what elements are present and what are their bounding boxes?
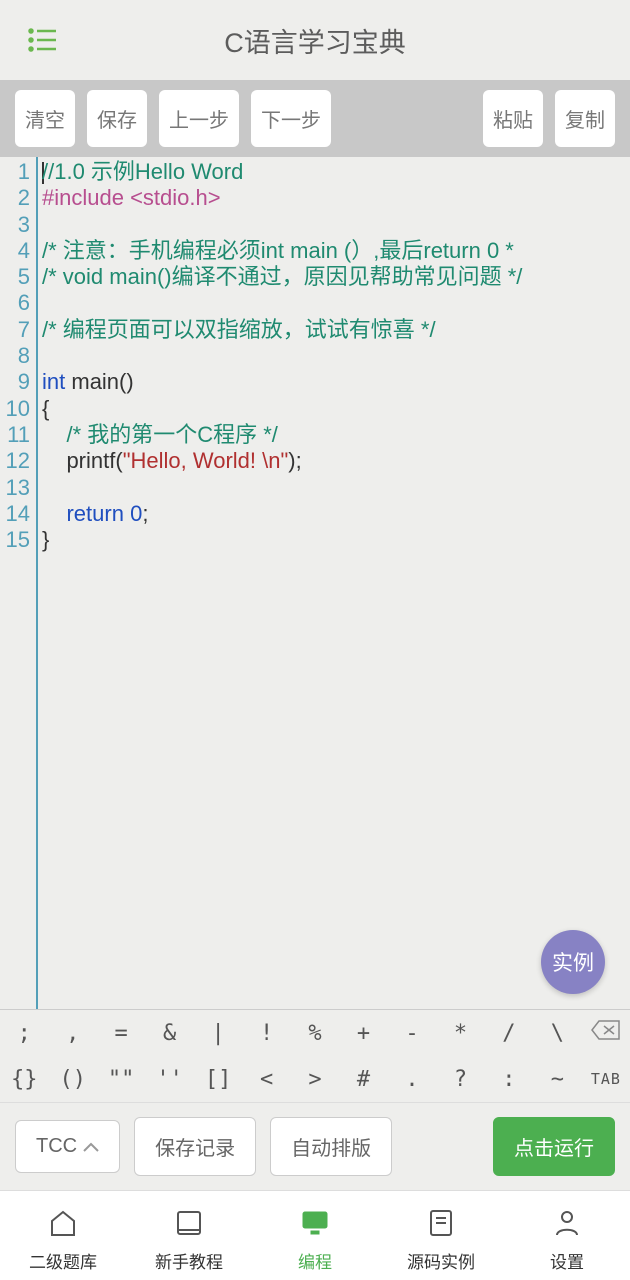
symbol-key[interactable]: = (97, 1021, 145, 1046)
line-number: 6 (0, 290, 30, 316)
nav-label: 设置 (550, 1248, 584, 1273)
line-number: 13 (0, 475, 30, 501)
line-number: 4 (0, 238, 30, 264)
nav-label: 二级题库 (29, 1248, 97, 1273)
symbol-key[interactable]: > (291, 1067, 339, 1092)
code-line[interactable]: return 0; (42, 501, 630, 527)
bottom-nav: 二级题库 新手教程 编程 源码实例 设置 (0, 1190, 630, 1280)
code-line[interactable]: /* 注意：手机编程必须int main (）,最后return 0 * (42, 238, 630, 264)
line-gutter: 123456789101112131415 (0, 157, 36, 1009)
code-icon (299, 1207, 331, 1244)
examples-fab[interactable]: 实例 (541, 930, 605, 994)
code-line[interactable]: /* 我的第一个C程序 */ (42, 422, 630, 448)
symbol-key[interactable]: \ (533, 1021, 581, 1046)
code-area[interactable]: //1.0 示例Hello Word#include <stdio.h> /* 注… (36, 157, 630, 1009)
symbol-key[interactable]: ? (436, 1067, 484, 1092)
chevron-up-icon (83, 1135, 99, 1158)
nav-label: 编程 (298, 1248, 332, 1273)
symbol-key[interactable]: % (291, 1021, 339, 1046)
code-line[interactable]: /* 编程页面可以双指缩放，试试有惊喜 */ (42, 317, 630, 343)
symbol-key[interactable]: , (48, 1021, 96, 1046)
redo-button[interactable]: 下一步 (251, 90, 331, 147)
backspace-key[interactable] (582, 1019, 630, 1047)
symbol-key[interactable]: & (145, 1021, 193, 1046)
nav-label: 源码实例 (407, 1248, 475, 1273)
symbol-key[interactable]: '' (145, 1067, 193, 1092)
page-title: C语言学习宝典 (224, 21, 406, 60)
line-number: 9 (0, 369, 30, 395)
undo-button[interactable]: 上一步 (159, 90, 239, 147)
save-record-button[interactable]: 保存记录 (134, 1117, 256, 1176)
symbol-key[interactable]: / (485, 1021, 533, 1046)
tab-key[interactable]: TAB (582, 1070, 630, 1088)
toolbar: 清空 保存 上一步 下一步 粘贴 复制 (0, 80, 630, 157)
symbol-key[interactable]: ! (242, 1021, 290, 1046)
save-button[interactable]: 保存 (87, 90, 147, 147)
auto-format-button[interactable]: 自动排版 (270, 1117, 392, 1176)
code-line[interactable] (42, 343, 630, 369)
symbol-key[interactable]: ; (0, 1021, 48, 1046)
code-line[interactable]: /* void main()编译不通过，原因见帮助常见问题 */ (42, 264, 630, 290)
code-editor[interactable]: 123456789101112131415 //1.0 示例Hello Word… (0, 157, 630, 1009)
code-line[interactable] (42, 212, 630, 238)
symbol-key[interactable]: : (485, 1067, 533, 1092)
line-number: 10 (0, 396, 30, 422)
bank-icon (47, 1207, 79, 1244)
line-number: 2 (0, 185, 30, 211)
nav-bank[interactable]: 二级题库 (0, 1199, 126, 1280)
code-line[interactable]: { (42, 396, 630, 422)
code-line[interactable]: #include <stdio.h> (42, 185, 630, 211)
line-number: 3 (0, 212, 30, 238)
header: C语言学习宝典 (0, 0, 630, 80)
symbol-key[interactable]: {} (0, 1067, 48, 1092)
code-line[interactable] (42, 290, 630, 316)
symbol-key[interactable]: # (339, 1067, 387, 1092)
line-number: 12 (0, 448, 30, 474)
symbol-keyboard: ;,=&|!%+-*/\ {}()""''[]<>#.?:~TAB (0, 1009, 630, 1102)
action-bar: TCC 保存记录 自动排版 点击运行 (0, 1102, 630, 1190)
code-line[interactable] (42, 475, 630, 501)
nav-examples[interactable]: 源码实例 (378, 1199, 504, 1280)
run-button[interactable]: 点击运行 (493, 1117, 615, 1176)
code-line[interactable]: } (42, 527, 630, 553)
paste-button[interactable]: 粘贴 (483, 90, 543, 147)
symbol-key[interactable]: < (242, 1067, 290, 1092)
menu-icon[interactable] (28, 25, 58, 55)
symbol-key[interactable]: + (339, 1021, 387, 1046)
clear-button[interactable]: 清空 (15, 90, 75, 147)
symbol-key[interactable]: | (194, 1021, 242, 1046)
symbol-key[interactable]: [] (194, 1067, 242, 1092)
line-number: 5 (0, 264, 30, 290)
symbol-key[interactable]: ~ (533, 1067, 581, 1092)
nav-label: 新手教程 (155, 1248, 223, 1273)
copy-button[interactable]: 复制 (555, 90, 615, 147)
nav-settings[interactable]: 设置 (504, 1199, 630, 1280)
symbol-key[interactable]: * (436, 1021, 484, 1046)
nav-code[interactable]: 编程 (252, 1199, 378, 1280)
line-number: 1 (0, 159, 30, 185)
settings-icon (551, 1207, 583, 1244)
line-number: 14 (0, 501, 30, 527)
nav-tutorial[interactable]: 新手教程 (126, 1199, 252, 1280)
examples-icon (425, 1207, 457, 1244)
code-line[interactable]: printf("Hello, World! \n"); (42, 448, 630, 474)
line-number: 8 (0, 343, 30, 369)
compiler-selector[interactable]: TCC (15, 1120, 120, 1173)
line-number: 15 (0, 527, 30, 553)
symbol-key[interactable]: "" (97, 1067, 145, 1092)
line-number: 7 (0, 317, 30, 343)
line-number: 11 (0, 422, 30, 448)
symbol-key[interactable]: () (48, 1067, 96, 1092)
symbol-key[interactable]: . (388, 1067, 436, 1092)
code-line[interactable]: int main() (42, 369, 630, 395)
tutorial-icon (173, 1207, 205, 1244)
symbol-key[interactable]: - (388, 1021, 436, 1046)
code-line[interactable]: //1.0 示例Hello Word (42, 159, 630, 185)
